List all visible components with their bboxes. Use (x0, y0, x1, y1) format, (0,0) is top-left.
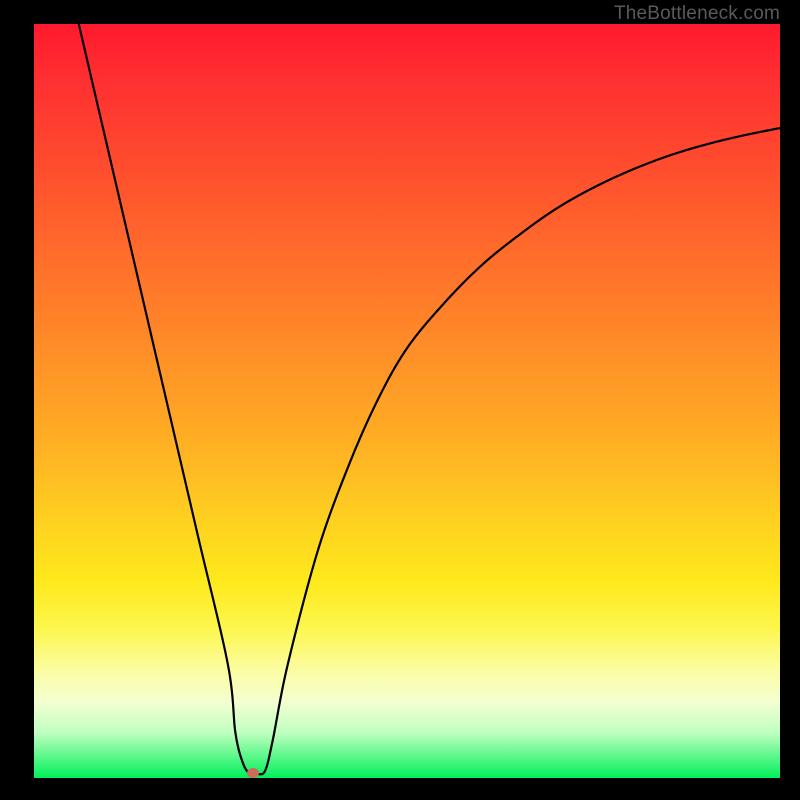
chart-frame: TheBottleneck.com (0, 0, 800, 800)
watermark-text: TheBottleneck.com (614, 3, 780, 25)
curve-path (79, 24, 780, 775)
optimal-point-marker (247, 768, 259, 778)
bottleneck-curve (0, 0, 800, 800)
